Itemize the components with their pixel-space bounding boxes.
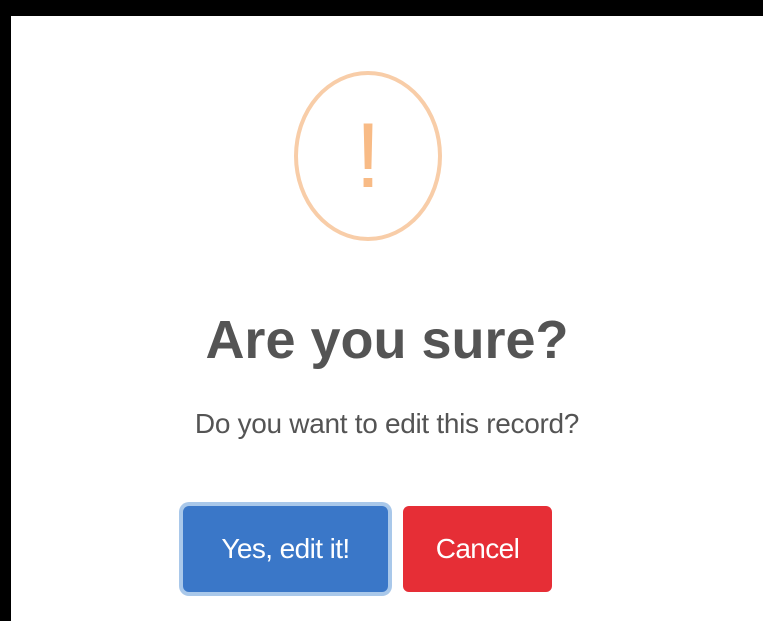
confirm-button[interactable]: Yes, edit it! [183, 506, 388, 592]
confirm-dialog: ! Are you sure? Do you want to edit this… [11, 16, 763, 621]
cancel-button[interactable]: Cancel [403, 506, 552, 592]
warning-icon: ! [294, 71, 442, 241]
exclamation-glyph: ! [355, 105, 381, 207]
dialog-message: Do you want to edit this record? [194, 408, 580, 439]
dialog-title: Are you sure? [205, 310, 569, 370]
